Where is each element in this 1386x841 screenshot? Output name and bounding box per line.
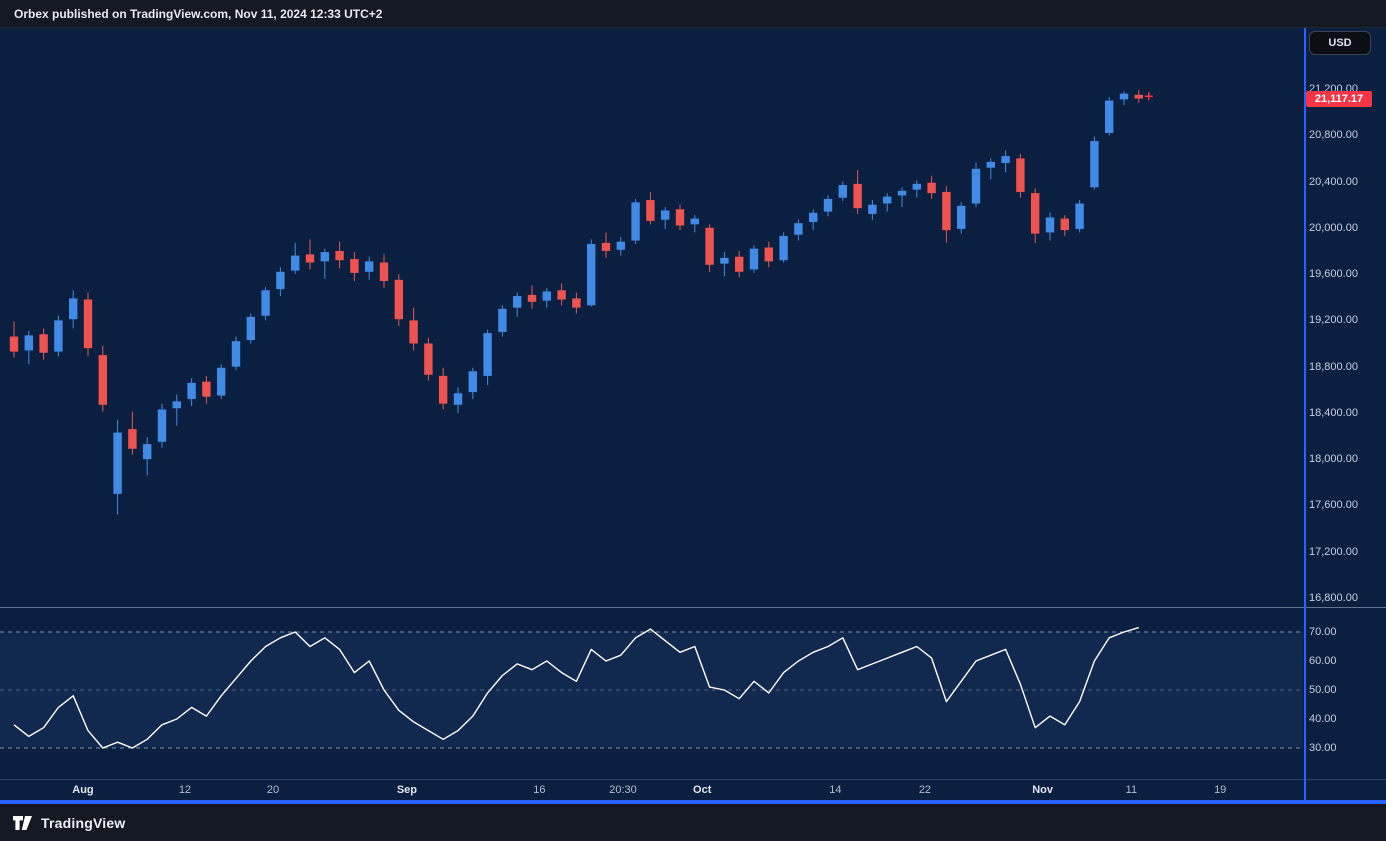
rsi-axis-label: 60.00 <box>1309 654 1379 668</box>
currency-toggle-button[interactable]: USD <box>1309 31 1371 55</box>
time-axis-label: Nov <box>1032 784 1053 796</box>
rsi-axis-label: 30.00 <box>1309 741 1379 755</box>
price-axis-label: 17,600.00 <box>1309 498 1379 512</box>
price-axis-label: 18,400.00 <box>1309 406 1379 420</box>
time-axis-label: Sep <box>397 784 417 796</box>
rsi-axis-label: 50.00 <box>1309 683 1379 697</box>
price-axis-label: 20,000.00 <box>1309 221 1379 235</box>
time-axis-label: Oct <box>693 784 711 796</box>
time-axis-separator <box>0 779 1386 780</box>
price-axis-label: 19,200.00 <box>1309 313 1379 327</box>
time-axis-label: 14 <box>829 784 841 796</box>
time-axis-label: 22 <box>919 784 931 796</box>
time-axis-label: 20 <box>267 784 279 796</box>
tradingview-published-chart: Orbex published on TradingView.com, Nov … <box>0 0 1386 841</box>
time-axis-label: 16 <box>533 784 545 796</box>
price-axis-frame-line <box>1304 28 1306 800</box>
tradingview-logo-icon[interactable] <box>12 815 34 831</box>
price-axis-label: 18,800.00 <box>1309 360 1379 374</box>
rsi-band <box>0 632 1303 748</box>
price-axis-label: 20,400.00 <box>1309 175 1379 189</box>
price-axis-label: 19,600.00 <box>1309 267 1379 281</box>
last-price-badge: 21,117.17 <box>1306 91 1372 107</box>
time-axis-label: Aug <box>72 784 93 796</box>
price-axis-label: 16,800.00 <box>1309 591 1379 605</box>
price-axis-label: 20,800.00 <box>1309 128 1379 142</box>
time-axis-label: 19 <box>1214 784 1226 796</box>
time-axis-label: 11 <box>1126 784 1137 796</box>
price-axis-label: 17,200.00 <box>1309 545 1379 559</box>
time-axis-label: 20:30 <box>609 784 637 796</box>
tradingview-wordmark[interactable]: TradingView <box>41 815 125 831</box>
price-axis-label: 18,000.00 <box>1309 452 1379 466</box>
current-bar-marker <box>1145 92 1153 100</box>
time-axis-label: 12 <box>179 784 191 796</box>
rsi-axis-label: 70.00 <box>1309 625 1379 639</box>
candlestick-rsi-chart[interactable] <box>0 0 1386 841</box>
pane-separator[interactable] <box>0 607 1386 608</box>
footer-bar: TradingView <box>0 804 1386 841</box>
candles-layer[interactable] <box>10 90 1143 515</box>
rsi-axis-label: 40.00 <box>1309 712 1379 726</box>
